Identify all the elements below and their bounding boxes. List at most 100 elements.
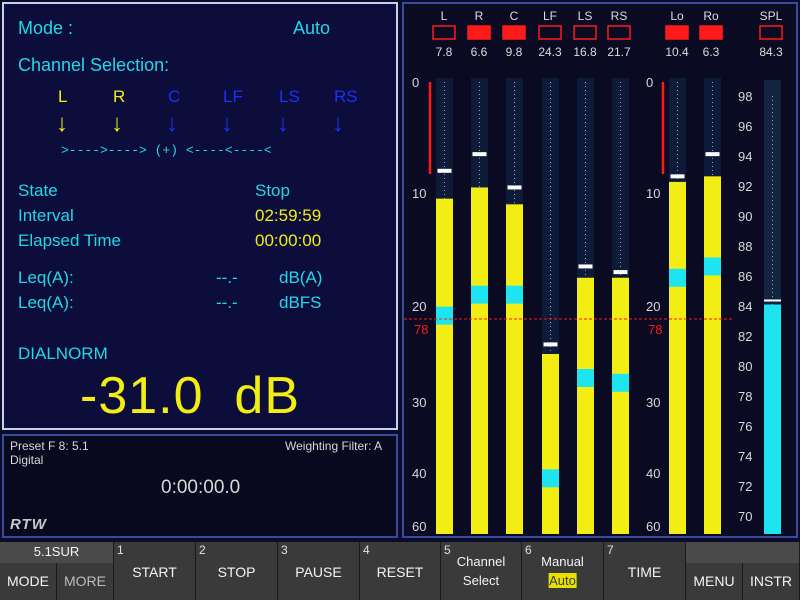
more-button-label: MORE (64, 573, 106, 589)
meter-l-peak-hold (437, 168, 452, 173)
leq-fs-unit: dBFS (279, 293, 322, 312)
meter-lo-cyan-segment (669, 268, 686, 287)
channel-lf-label: LF (223, 87, 243, 106)
db-scale-label-downmix: 10 (646, 186, 660, 201)
meter-rs-label: RS (611, 9, 628, 23)
channel-l-label: L (58, 87, 68, 106)
meter-l-overload-indicator (432, 25, 456, 40)
meter-rs-value: 21.7 (607, 45, 631, 59)
meter-ro-overload-indicator (699, 25, 723, 40)
interval-value: 02:59:59 (255, 206, 322, 225)
meter-c-value: 9.8 (506, 45, 523, 59)
arrow-down-icon: ↓ (277, 110, 289, 137)
mode-label: Mode : (18, 18, 74, 38)
meter-ls-peak-hold (578, 264, 593, 269)
db-scale-label: 0 (412, 75, 419, 90)
state-label: State (18, 181, 58, 200)
db-scale-label-downmix: 40 (646, 466, 660, 481)
softkey-time-button[interactable]: 7 TIME (604, 542, 686, 600)
softkey-sublabel: Select (462, 573, 500, 588)
channel-ls-label: LS (279, 87, 300, 106)
db-scale-label-downmix: 30 (646, 395, 660, 410)
db-scale-label: 30 (412, 395, 426, 410)
meter-c-peak-hold (507, 185, 522, 190)
softkey-number: 1 (117, 543, 124, 557)
meter-c-overload-indicator (502, 25, 526, 40)
meter-lo-value: 10.4 (665, 45, 689, 59)
softkey-label: RESET (376, 564, 424, 580)
state-value: Stop (255, 181, 290, 200)
meter-lf-value: 24.3 (538, 45, 562, 59)
meter-lo-overload-indicator (665, 25, 689, 40)
meter-lo-label: Lo (670, 9, 684, 23)
spl-scale-label: 98 (738, 89, 752, 104)
meter-lo-bar (669, 181, 686, 534)
channel-r-label: R (113, 87, 126, 106)
channel-rs-label: RS (334, 87, 358, 106)
softkey-label: TIME (627, 564, 662, 580)
preset-panel: Preset F 8: 5.1 Digital Weighting Filter… (2, 434, 398, 538)
softkey-label: STOP (217, 564, 256, 580)
meter-r-overload-indicator (467, 25, 491, 40)
meter-graphics: L 7.8 R 6.6 C 9.8 LF 24.3 LS 16.8 RS 21.7 Lo 10.4 Ro 6.… (404, 9, 783, 535)
softkey-channel-button[interactable]: 5 Channel Select (441, 542, 522, 600)
meter-r-cyan-segment (471, 285, 488, 304)
mix-line: >---->----> (+) <----<----< (61, 143, 272, 158)
meter-c-label: C (510, 9, 519, 23)
meter-lf-cyan-segment (542, 469, 559, 488)
spl-scale-label: 92 (738, 179, 752, 194)
dialnorm-value: -31.0 dB (80, 367, 301, 425)
arrow-down-icon: ↓ (56, 110, 68, 137)
spl-scale-label: 70 (738, 509, 752, 524)
db-scale-label-downmix: 0 (646, 75, 653, 90)
softkey-stop-button[interactable]: 2 STOP (196, 542, 278, 600)
meter-spl-value: 84.3 (759, 45, 783, 59)
menu-button[interactable]: MENU (686, 563, 743, 600)
softkey-label: PAUSE (295, 564, 342, 580)
spl-scale-label: 78 (738, 389, 752, 404)
spl-scale-label: 90 (738, 209, 752, 224)
mode-button-label: MODE (7, 573, 49, 589)
meter-lf-bar (542, 354, 559, 534)
softkey-number: 4 (363, 543, 370, 557)
mode-button[interactable]: MODE (0, 563, 57, 600)
elapsed-value: 00:00:00 (255, 231, 322, 250)
channel-selection-label: Channel Selection: (18, 55, 170, 75)
meter-spl-overload-indicator (759, 25, 783, 40)
rtw-logo: RTW (10, 516, 47, 533)
meters-panel: L 7.8 R 6.6 C 9.8 LF 24.3 LS 16.8 RS 21.7 Lo 10.4 Ro 6.… (402, 2, 798, 538)
meter-l-value: 7.8 (436, 45, 453, 59)
meter-rs-peak-hold (613, 270, 628, 275)
leq-a-label: Leq(A): (18, 268, 74, 287)
spl-scale-label: 74 (738, 449, 752, 464)
instr-button[interactable]: INSTR (743, 563, 800, 600)
meter-lf-peak-hold (543, 342, 558, 347)
meter-ro-value: 6.3 (703, 45, 720, 59)
meter-ls-cyan-segment (577, 369, 594, 387)
softkey-manual-button[interactable]: 6 Manual Auto (522, 542, 604, 600)
softkey-pause-button[interactable]: 3 PAUSE (278, 542, 360, 600)
softkey-start-button[interactable]: 1 START (114, 542, 196, 600)
softkey-label: Manual (541, 554, 584, 569)
spl-scale-label: 94 (738, 149, 752, 164)
softkey-number: 7 (607, 543, 614, 557)
meter-lf-overload-indicator (538, 25, 562, 40)
top-right-key (686, 542, 800, 563)
arrow-down-icon: ↓ (221, 110, 233, 137)
softkey-bar: 5.1SUR MODE MORE 1 START 2 STOP 3 PAUSE 4 RESET… (0, 542, 800, 600)
softkey-label: Channel (456, 554, 506, 569)
db-scale-label: 20 (412, 299, 426, 314)
more-button[interactable]: MORE (57, 563, 114, 600)
arrow-down-icon: ↓ (166, 110, 178, 137)
interval-label: Interval (18, 206, 74, 225)
spl-scale-label: 82 (738, 329, 752, 344)
mode-value: Auto (293, 18, 331, 38)
meter-ls-value: 16.8 (573, 45, 597, 59)
softkey-reset-button[interactable]: 4 RESET (360, 542, 441, 600)
softkey-label: START (132, 564, 177, 580)
meter-ls-bar (577, 277, 594, 534)
meter-rs-overload-indicator (607, 25, 631, 40)
spl-scale-label: 84 (738, 299, 752, 314)
meter-l-label: L (441, 9, 448, 23)
weighting-filter-label: Weighting Filter: A (285, 439, 383, 453)
